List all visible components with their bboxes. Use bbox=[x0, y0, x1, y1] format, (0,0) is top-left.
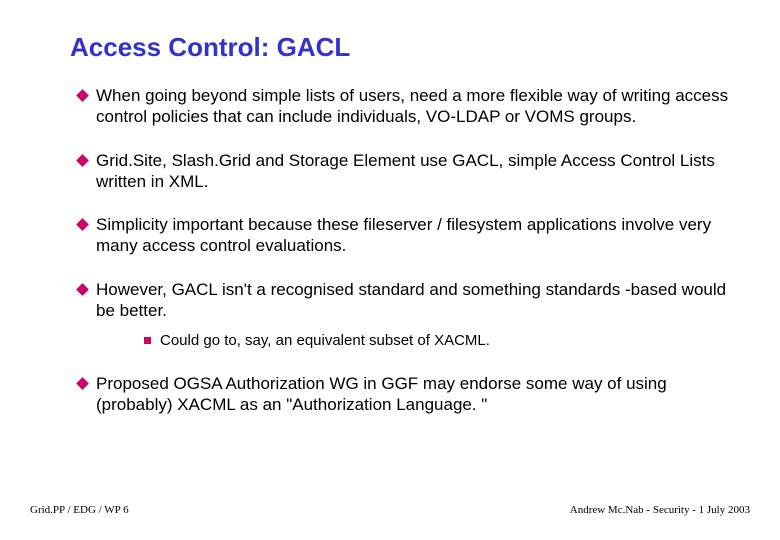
diamond-icon bbox=[76, 283, 89, 296]
diamond-icon bbox=[76, 218, 89, 231]
footer: Grid.PP / EDG / WP 6 Andrew Mc.Nab - Sec… bbox=[30, 504, 750, 516]
slide-title: Access Control: GACL bbox=[70, 32, 730, 63]
bullet-item: Grid.Site, Slash.Grid and Storage Elemen… bbox=[78, 150, 730, 193]
square-icon bbox=[144, 337, 151, 344]
bullet-item: However, GACL isn't a recognised standar… bbox=[78, 279, 730, 351]
bullet-text: Grid.Site, Slash.Grid and Storage Elemen… bbox=[96, 151, 715, 191]
bullet-item: Simplicity important because these files… bbox=[78, 214, 730, 257]
bullet-text: Proposed OGSA Authorization WG in GGF ma… bbox=[96, 374, 667, 414]
sub-bullet-item: Could go to, say, an equivalent subset o… bbox=[144, 331, 730, 351]
diamond-icon bbox=[76, 377, 89, 390]
bullet-text: When going beyond simple lists of users,… bbox=[96, 86, 728, 126]
footer-right: Andrew Mc.Nab - Security - 1 July 2003 bbox=[570, 504, 750, 516]
bullet-item: Proposed OGSA Authorization WG in GGF ma… bbox=[78, 373, 730, 416]
bullet-item: When going beyond simple lists of users,… bbox=[78, 85, 730, 128]
diamond-icon bbox=[76, 154, 89, 167]
sub-bullet-list: Could go to, say, an equivalent subset o… bbox=[96, 331, 730, 351]
bullet-list: When going beyond simple lists of users,… bbox=[50, 85, 730, 415]
slide: Access Control: GACL When going beyond s… bbox=[0, 0, 780, 540]
bullet-text: However, GACL isn't a recognised standar… bbox=[96, 280, 726, 320]
diamond-icon bbox=[76, 89, 89, 102]
footer-left: Grid.PP / EDG / WP 6 bbox=[30, 504, 129, 516]
sub-bullet-text: Could go to, say, an equivalent subset o… bbox=[160, 332, 490, 349]
bullet-text: Simplicity important because these files… bbox=[96, 215, 711, 255]
